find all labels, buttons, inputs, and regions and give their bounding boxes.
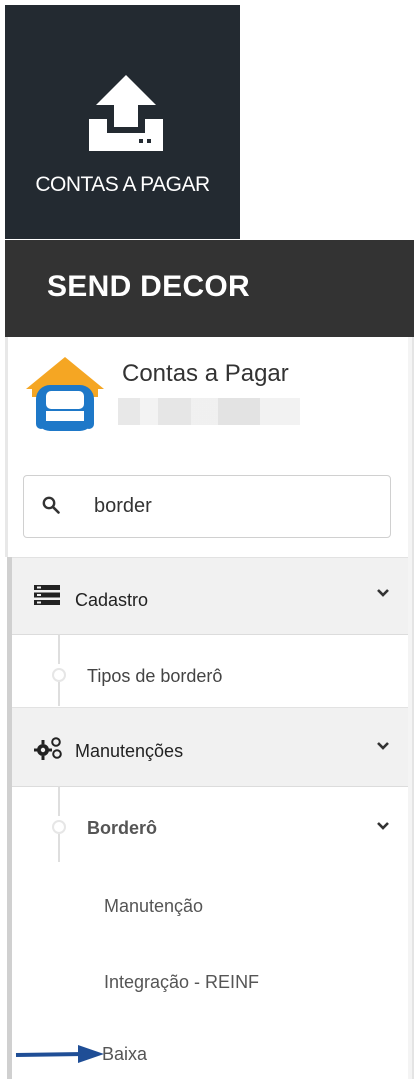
menu-section-manutencoes[interactable]: Manutenções [12,707,408,787]
menu-item-integracao-reinf[interactable]: Integração - REINF [12,948,408,1012]
blurred-subtitle [118,398,300,425]
brand-bar: SEND DECOR [5,240,414,337]
menu-item-tipos-de-bordero[interactable]: Tipos de borderô [12,640,408,706]
sofa-house-icon [26,357,104,431]
search-icon [42,496,60,514]
app-title: Contas a Pagar [122,360,289,387]
list-icon [34,585,60,605]
search-input[interactable] [94,493,374,519]
chevron-down-icon[interactable] [376,588,390,598]
menu-item-label: Baixa [102,1044,148,1064]
menu-item-manutencao[interactable]: Manutenção [12,872,408,936]
gears-icon [34,737,62,760]
menu-item-label: Tipos de borderô [87,666,223,686]
subsection-label-bordero: Borderô [87,818,158,838]
tile-label: CONTAS A PAGAR [35,173,210,196]
sidebar-border [5,337,8,557]
upload-icon [89,75,163,151]
menu-section-cadastro[interactable]: Cadastro [12,557,408,635]
menu-subsection-bordero[interactable]: Borderô [12,790,408,862]
menu-item-label: Manutenção [104,896,204,916]
chevron-down-icon[interactable] [376,821,390,831]
contas-a-pagar-tile[interactable]: CONTAS A PAGAR [5,5,240,239]
section-label-manutencoes: Manutenções [75,741,184,761]
brand-name: SEND DECOR [47,270,251,303]
chevron-down-icon[interactable] [376,741,390,751]
arrow-icon [15,1045,104,1063]
section-label-cadastro: Cadastro [75,590,149,610]
search-box[interactable] [23,475,391,538]
menu-item-label: Integração - REINF [104,972,260,992]
